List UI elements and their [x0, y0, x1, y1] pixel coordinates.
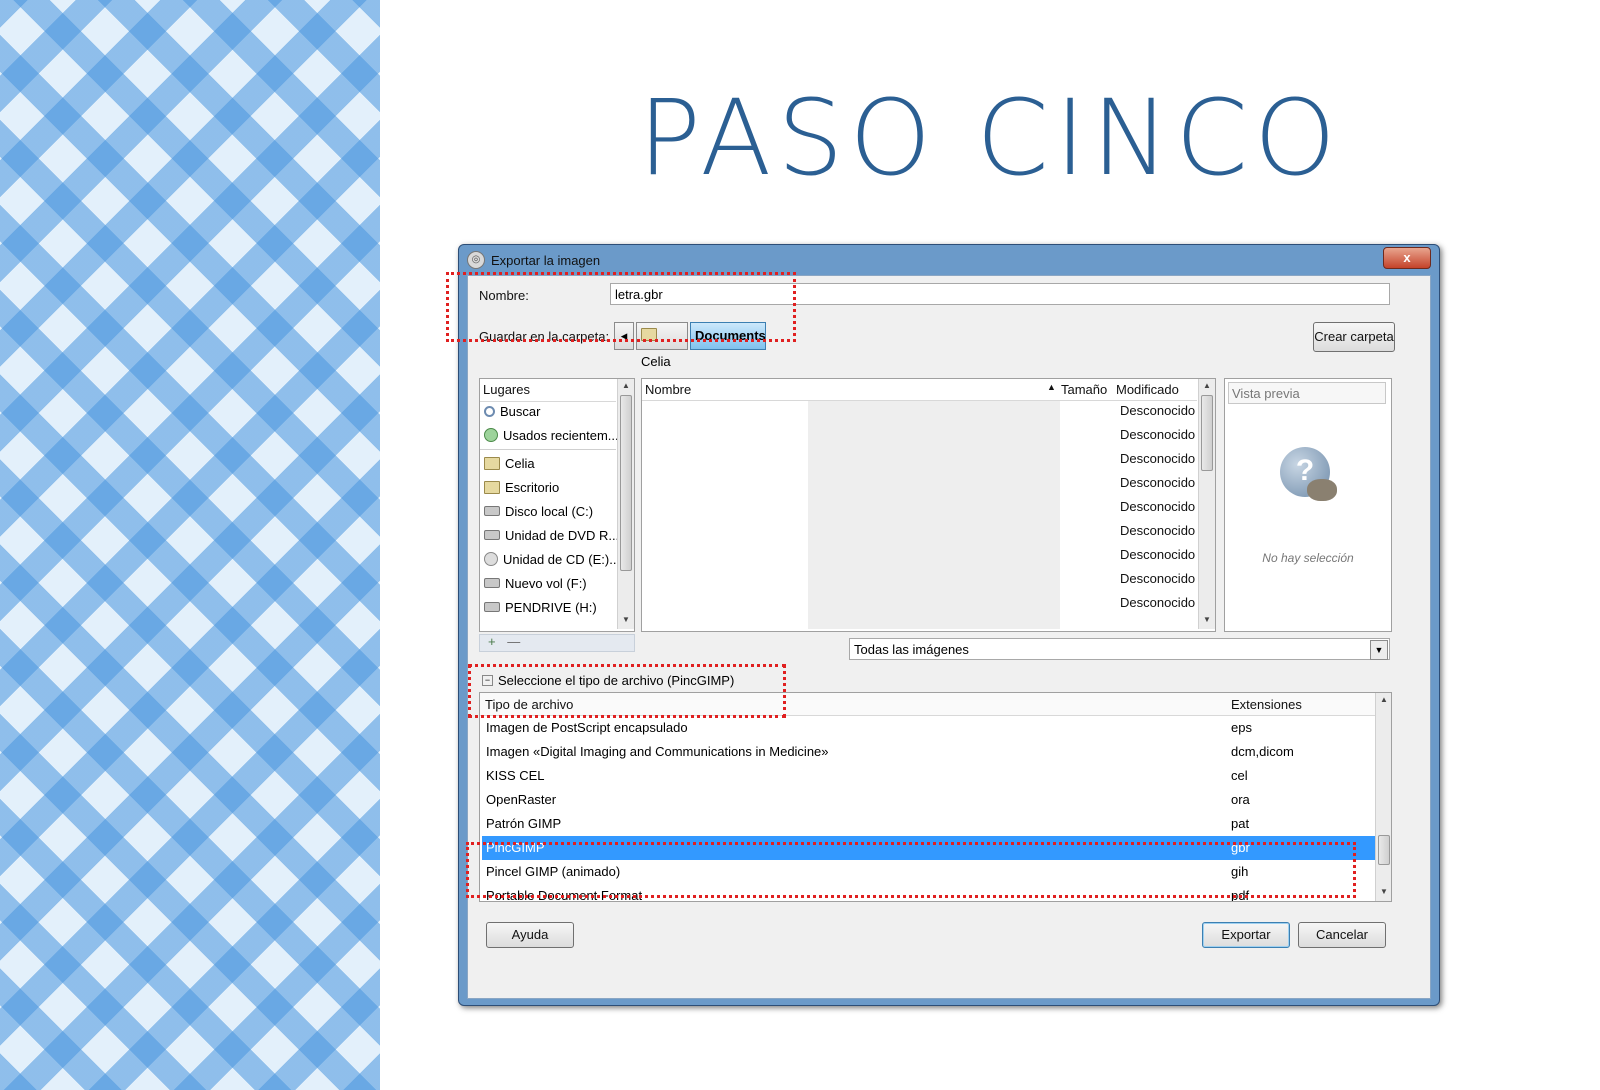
- scroll-down-icon[interactable]: ▼: [1199, 613, 1215, 627]
- preview-header[interactable]: Vista previa: [1228, 382, 1386, 404]
- preview-empty-text: No hay selección: [1262, 551, 1354, 565]
- places-separator: [480, 449, 616, 450]
- export-button[interactable]: Exportar: [1202, 922, 1290, 948]
- scroll-up-icon[interactable]: ▲: [1199, 379, 1215, 393]
- cancel-button[interactable]: Cancelar: [1298, 922, 1386, 948]
- sort-ascending-icon: ▲: [1047, 382, 1056, 392]
- places-header[interactable]: Lugares: [483, 382, 530, 397]
- file-row-modified[interactable]: Desconocido: [1120, 523, 1195, 538]
- remove-place-button[interactable]: —: [507, 634, 520, 649]
- place-label: PENDRIVE (H:): [505, 599, 597, 615]
- file-row-modified[interactable]: Desconocido: [1120, 571, 1195, 586]
- scroll-down-icon[interactable]: ▼: [1376, 885, 1391, 899]
- filetype-ext: dcm,dicom: [1231, 744, 1294, 759]
- folder-icon: [484, 456, 500, 470]
- place-label: Escritorio: [505, 479, 560, 495]
- file-row-modified[interactable]: Desconocido: [1120, 403, 1195, 418]
- places-panel: Lugares Buscar Usados recientem... Celia…: [479, 378, 635, 632]
- filetype-scroll-thumb[interactable]: [1378, 835, 1390, 865]
- path-celia-label: Celia: [641, 354, 671, 369]
- file-row-modified[interactable]: Desconocido: [1120, 475, 1195, 490]
- drive-icon: [484, 506, 500, 516]
- place-cd[interactable]: Unidad de CD (E:)...: [484, 549, 620, 569]
- gimp-app-icon: ◎: [467, 251, 485, 269]
- place-label: Buscar: [500, 403, 541, 419]
- annotation-box-selected-filetype: [466, 842, 1356, 898]
- file-row-modified[interactable]: Desconocido: [1120, 499, 1195, 514]
- gingham-side-panel: [0, 0, 380, 1090]
- annotation-box-filetype-expander: [468, 664, 786, 718]
- scroll-up-icon[interactable]: ▲: [1376, 693, 1391, 707]
- search-icon: [484, 405, 495, 417]
- filetype-ext: cel: [1231, 768, 1248, 783]
- annotation-box-name-folder: [446, 272, 796, 342]
- slide-title: PASO CINCO: [638, 77, 1342, 199]
- places-scroll-thumb[interactable]: [620, 395, 632, 571]
- place-dvd[interactable]: Unidad de DVD R...: [484, 525, 619, 545]
- folder-icon: [484, 480, 500, 494]
- place-label: Usados recientem...: [503, 427, 619, 443]
- close-button[interactable]: x: [1383, 247, 1431, 269]
- place-pendrive[interactable]: PENDRIVE (H:): [484, 597, 597, 617]
- file-row-modified[interactable]: Desconocido: [1120, 595, 1195, 610]
- filetype-row[interactable]: KISS CEL cel: [482, 764, 1375, 788]
- file-filter-select[interactable]: Todas las imágenes ▼: [849, 638, 1390, 660]
- place-label: Unidad de DVD R...: [505, 527, 620, 543]
- col-header-name[interactable]: Nombre: [645, 382, 691, 397]
- usb-drive-icon: [484, 602, 500, 612]
- place-nuevo-vol[interactable]: Nuevo vol (F:): [484, 573, 587, 593]
- title-bar: ◎ Exportar la imagen x: [459, 245, 1439, 275]
- file-list-scrollbar[interactable]: ▲ ▼: [1198, 379, 1215, 629]
- filetype-row[interactable]: Imagen «Digital Imaging and Communicatio…: [482, 740, 1375, 764]
- scroll-up-icon[interactable]: ▲: [618, 379, 634, 393]
- file-list-shaded-area: [808, 401, 1060, 629]
- place-label: Celia: [505, 455, 535, 471]
- filetype-name: Imagen de PostScript encapsulado: [486, 720, 688, 735]
- filetype-row[interactable]: Imagen de PostScript encapsulado eps: [482, 716, 1375, 740]
- file-list-panel: Nombre ▲ Tamaño Modificado Desconocido D…: [641, 378, 1216, 632]
- places-toolbar: + —: [479, 634, 635, 652]
- add-place-button[interactable]: +: [488, 634, 496, 649]
- filetype-name: OpenRaster: [486, 792, 557, 807]
- window-title: Exportar la imagen: [491, 252, 601, 268]
- place-disco-local[interactable]: Disco local (C:): [484, 501, 593, 521]
- place-label: Disco local (C:): [505, 503, 594, 519]
- file-row-modified[interactable]: Desconocido: [1120, 547, 1195, 562]
- place-celia[interactable]: Celia: [484, 453, 535, 473]
- col-header-modified[interactable]: Modificado: [1116, 382, 1179, 397]
- chevron-down-icon[interactable]: ▼: [1370, 640, 1388, 660]
- cd-drive-icon: [484, 552, 498, 566]
- filter-value: Todas las imágenes: [854, 642, 969, 657]
- recent-icon: [484, 428, 498, 442]
- place-buscar[interactable]: Buscar: [484, 401, 540, 421]
- create-folder-button[interactable]: Crear carpeta: [1313, 322, 1395, 352]
- preview-panel: Vista previa ? No hay selección: [1224, 378, 1392, 632]
- place-label: Nuevo vol (F:): [505, 575, 587, 591]
- file-row-modified[interactable]: Desconocido: [1120, 427, 1195, 442]
- filetype-name: Imagen «Digital Imaging and Communicatio…: [486, 744, 829, 759]
- filetype-row[interactable]: OpenRaster ora: [482, 788, 1375, 812]
- gimp-mascot-icon: [1307, 479, 1337, 501]
- filetype-row[interactable]: Patrón GIMP pat: [482, 812, 1375, 836]
- drive-icon: [484, 578, 500, 588]
- filetype-ext: eps: [1231, 720, 1252, 735]
- file-row-modified[interactable]: Desconocido: [1120, 451, 1195, 466]
- filetype-ext: ora: [1231, 792, 1250, 807]
- file-list-scroll-thumb[interactable]: [1201, 395, 1213, 471]
- filetype-scrollbar[interactable]: ▲ ▼: [1375, 693, 1391, 901]
- col-header-size[interactable]: Tamaño: [1061, 382, 1107, 397]
- scroll-down-icon[interactable]: ▼: [618, 613, 634, 627]
- dvd-drive-icon: [484, 530, 500, 540]
- filetype-ext: pat: [1231, 816, 1250, 831]
- place-recent[interactable]: Usados recientem...: [484, 425, 619, 445]
- place-label: Unidad de CD (E:)...: [503, 551, 621, 567]
- places-scrollbar[interactable]: ▲ ▼: [617, 379, 634, 629]
- place-escritorio[interactable]: Escritorio: [484, 477, 559, 497]
- help-button[interactable]: Ayuda: [486, 922, 574, 948]
- filetype-name: KISS CEL: [486, 768, 545, 783]
- filetype-name: Patrón GIMP: [486, 816, 562, 831]
- col-header-ext[interactable]: Extensiones: [1231, 697, 1302, 712]
